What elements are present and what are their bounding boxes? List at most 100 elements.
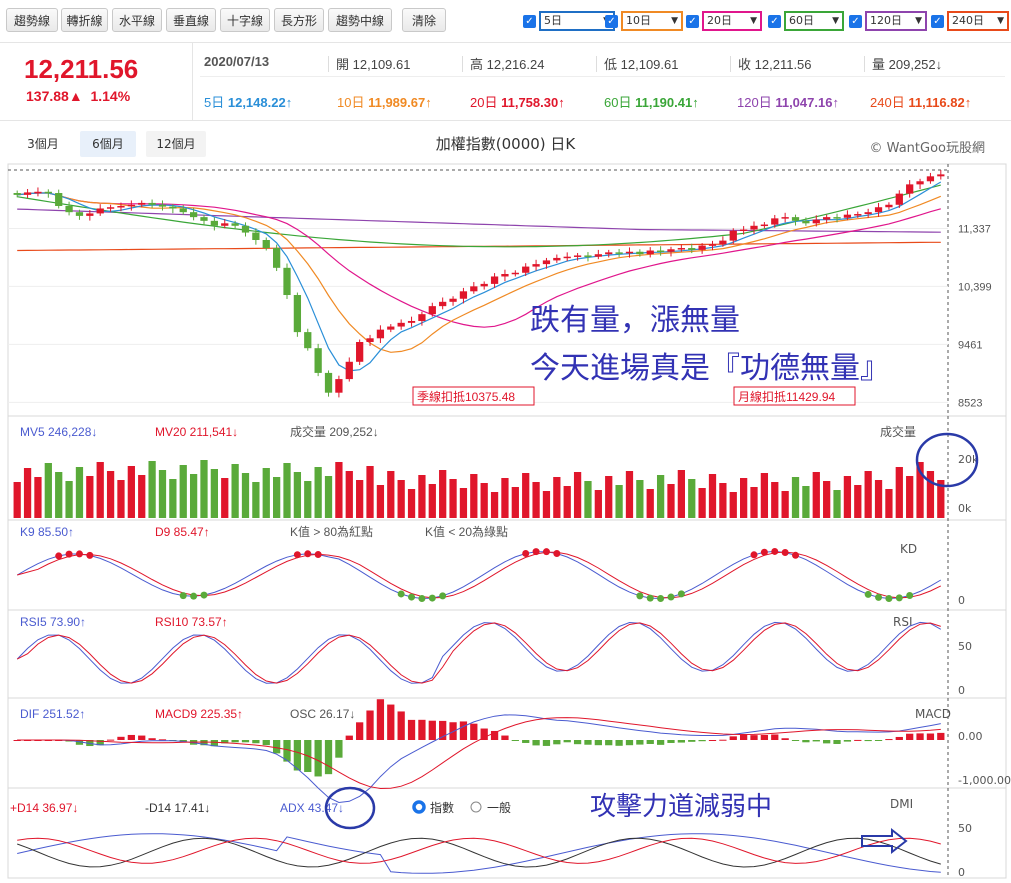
vertical-line-button[interactable]: 垂直線 xyxy=(166,8,216,32)
ma5-select[interactable]: 5日▼ xyxy=(539,11,615,31)
volume-bar xyxy=(688,479,696,518)
candle-body xyxy=(843,214,852,218)
kd-green-dot xyxy=(864,590,872,598)
panel-title: RSI xyxy=(893,615,913,629)
checkbox-icon[interactable]: ✓ xyxy=(605,14,618,28)
crosshair-button[interactable]: 十字線 xyxy=(220,8,270,32)
candle-body xyxy=(241,225,250,233)
checkbox-icon[interactable]: ✓ xyxy=(849,14,862,28)
high-value: 高 12,216.24 xyxy=(470,57,545,72)
annotation-text: 今天進場真是『功德無量』 xyxy=(530,351,890,386)
candle-body xyxy=(480,283,488,287)
candle-body xyxy=(698,245,706,250)
volume-bar xyxy=(283,463,291,518)
checkbox-icon[interactable]: ✓ xyxy=(768,14,781,28)
candle-body xyxy=(314,348,322,373)
osc-bar xyxy=(584,740,592,745)
checkbox-icon[interactable]: ✓ xyxy=(686,14,699,28)
volume-bar xyxy=(324,476,333,518)
last-price: 12,211.56 xyxy=(24,54,139,84)
trend-midline-button[interactable]: 趨勢中線 xyxy=(328,8,392,32)
ma240-select[interactable]: 240日 ▼ xyxy=(947,11,1009,31)
candle-body xyxy=(366,338,374,342)
osc-bar xyxy=(833,740,841,744)
candle-body xyxy=(729,230,737,241)
candle-body xyxy=(117,206,125,208)
ma240-option[interactable]: ✓ 240日 ▼ xyxy=(931,10,1009,32)
kd-green-dot xyxy=(179,592,187,600)
ma20-value: 20日 11,758.30↑ xyxy=(470,95,565,110)
ma10-select[interactable]: 10日 ▼ xyxy=(621,11,683,31)
volume-bar xyxy=(75,467,84,518)
close-value: 收 12,211.56 xyxy=(738,57,812,72)
osc-bar xyxy=(916,733,924,740)
candle-body xyxy=(615,252,623,254)
osc-bar xyxy=(802,740,810,743)
checkbox-icon[interactable]: ✓ xyxy=(931,14,944,28)
osc-bar xyxy=(522,740,530,743)
osc-bar xyxy=(314,740,322,777)
candle-body xyxy=(771,218,779,225)
kd-green-dot xyxy=(200,591,208,599)
osc-bar xyxy=(771,734,779,740)
price-tick-label: 8523 xyxy=(958,397,982,409)
volume-bar xyxy=(906,476,914,518)
volume-bar xyxy=(86,476,94,518)
trendline-button[interactable]: 趨勢線 xyxy=(6,8,58,32)
volume-bar xyxy=(843,476,852,518)
ma60-option[interactable]: ✓ 60日 ▼ xyxy=(768,10,844,32)
osc-bar xyxy=(252,740,260,744)
kd-red-dot xyxy=(760,548,768,556)
ma20-select[interactable]: 20日 ▼ xyxy=(702,11,762,31)
volume-bar xyxy=(594,490,602,518)
pdi-label: +D14 36.97↓ xyxy=(10,801,78,815)
radio-index-label: 指數 xyxy=(430,800,454,815)
volume-bar xyxy=(511,487,519,518)
candle-body xyxy=(667,249,675,252)
ma120-select[interactable]: 120日 ▼ xyxy=(865,11,927,31)
volume-bar xyxy=(480,483,488,518)
kd-red-dot xyxy=(542,548,550,556)
volume-bar xyxy=(698,488,706,518)
candle-body xyxy=(573,255,582,257)
candle-body xyxy=(273,248,281,268)
volume-bar xyxy=(138,475,146,518)
volume-bar xyxy=(791,477,800,518)
radio-general-label: 一般 xyxy=(487,800,511,815)
ma20-option[interactable]: ✓ 20日 ▼ xyxy=(686,10,762,32)
kd-red-dot xyxy=(304,550,312,558)
candle-body xyxy=(688,248,696,250)
osc-bar xyxy=(459,721,468,740)
candle-body xyxy=(906,184,914,194)
volume-bar xyxy=(23,468,32,518)
volume-bar xyxy=(262,468,270,518)
ma10-option[interactable]: ✓ 10日 ▼ xyxy=(605,10,683,32)
rectangle-button[interactable]: 長方形 xyxy=(274,8,324,32)
horizontal-line-button[interactable]: 水平線 xyxy=(112,8,162,32)
volume-bar xyxy=(760,473,769,518)
ma5-option[interactable]: ✓ 5日▼ xyxy=(523,10,615,32)
volume-bar xyxy=(802,486,810,518)
volume-bar xyxy=(117,480,125,518)
osc-bar xyxy=(781,738,789,740)
volume-bar xyxy=(708,474,717,518)
clear-button[interactable]: 清除 xyxy=(402,8,446,32)
turning-line-button[interactable]: 轉折線 xyxy=(61,8,108,32)
candle-body xyxy=(833,217,841,219)
ma120-option[interactable]: ✓ 120日 ▼ xyxy=(849,10,927,32)
ma60-value: 60日 11,190.41↑ xyxy=(604,95,699,110)
kd-red-dot xyxy=(750,551,758,559)
kd-red-dot xyxy=(86,551,94,559)
kd-green-dot xyxy=(677,590,685,598)
radio-general-icon xyxy=(470,801,482,813)
volume-bar xyxy=(864,471,872,518)
kd-red-dot xyxy=(792,551,800,559)
checkbox-icon[interactable]: ✓ xyxy=(523,14,536,28)
volume-bar xyxy=(615,485,623,518)
volume-bar xyxy=(356,480,364,518)
quote-panel: 12,211.56 137.88▲ 1.14% 2020/07/13 開 12,… xyxy=(0,42,1011,121)
osc-bar xyxy=(708,740,717,741)
candle-body xyxy=(470,286,478,292)
ma60-select[interactable]: 60日 ▼ xyxy=(784,11,844,31)
candle-body xyxy=(553,257,561,261)
